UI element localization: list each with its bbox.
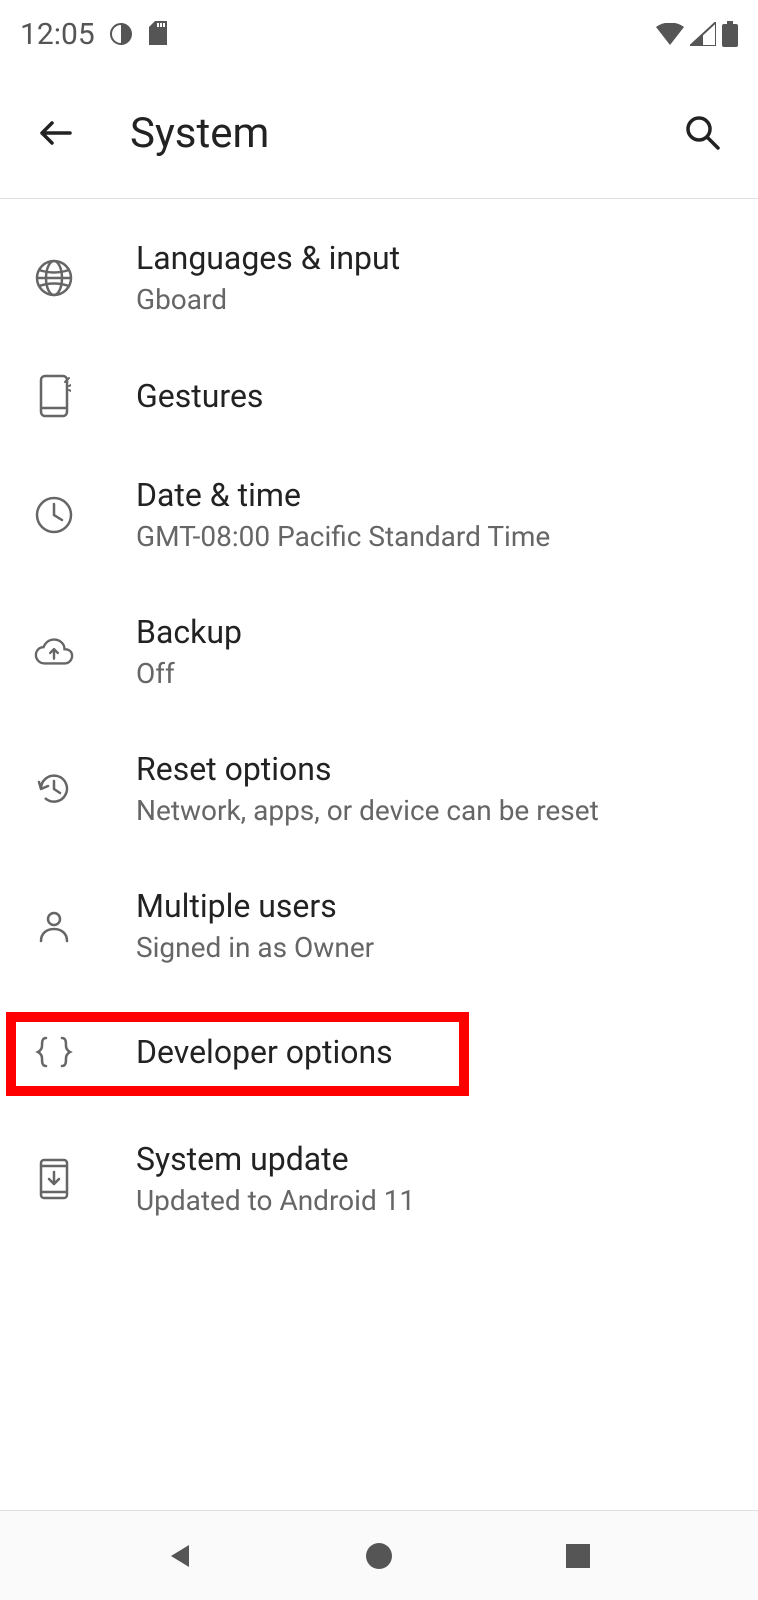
header: System: [0, 68, 758, 199]
gestures-icon: [34, 376, 74, 416]
setting-title: Developer options: [136, 1033, 393, 1071]
setting-title: System update: [136, 1140, 415, 1178]
setting-subtitle: Off: [136, 657, 242, 690]
nav-recent-button[interactable]: [553, 1531, 603, 1581]
circle-home-icon: [364, 1541, 394, 1571]
setting-text: Reset options Network, apps, or device c…: [136, 750, 599, 827]
status-time: 12:05: [20, 17, 95, 52]
setting-title: Date & time: [136, 476, 550, 514]
status-bar: 12:05: [0, 0, 758, 68]
setting-subtitle: Signed in as Owner: [136, 931, 374, 964]
battery-icon: [722, 21, 738, 47]
setting-title: Reset options: [136, 750, 599, 788]
setting-title: Backup: [136, 613, 242, 651]
cloud-upload-icon: [34, 632, 74, 672]
square-recent-icon: [563, 1541, 593, 1571]
clock-icon: [34, 495, 74, 535]
setting-backup[interactable]: Backup Off: [0, 583, 758, 720]
settings-list: Languages & input Gboard Gestures Date &…: [0, 199, 758, 1510]
signal-icon: [690, 22, 716, 46]
setting-text: Gestures: [136, 377, 263, 415]
setting-system-update[interactable]: System update Updated to Android 11: [0, 1110, 758, 1247]
setting-title: Multiple users: [136, 887, 374, 925]
setting-title: Gestures: [136, 377, 263, 415]
setting-text: Date & time GMT-08:00 Pacific Standard T…: [136, 476, 550, 553]
setting-multiple-users[interactable]: Multiple users Signed in as Owner: [0, 857, 758, 994]
setting-subtitle: Updated to Android 11: [136, 1184, 415, 1217]
globe-icon: [34, 258, 74, 298]
search-icon: [684, 114, 722, 152]
setting-subtitle: Network, apps, or device can be reset: [136, 794, 599, 827]
contrast-icon: [109, 22, 133, 46]
triangle-back-icon: [165, 1541, 195, 1571]
setting-gestures[interactable]: Gestures: [0, 346, 758, 446]
setting-text: Multiple users Signed in as Owner: [136, 887, 374, 964]
setting-reset-options[interactable]: Reset options Network, apps, or device c…: [0, 720, 758, 857]
system-update-icon: [34, 1159, 74, 1199]
wifi-icon: [656, 23, 684, 45]
status-left: 12:05: [20, 17, 169, 52]
nav-back-button[interactable]: [155, 1531, 205, 1581]
braces-icon: [34, 1032, 74, 1072]
setting-text: Backup Off: [136, 613, 242, 690]
sd-card-icon: [147, 21, 169, 47]
setting-subtitle: GMT-08:00 Pacific Standard Time: [136, 520, 550, 553]
search-button[interactable]: [678, 108, 728, 158]
status-right: [656, 21, 738, 47]
setting-subtitle: Gboard: [136, 283, 400, 316]
back-button[interactable]: [30, 108, 80, 158]
setting-languages-input[interactable]: Languages & input Gboard: [0, 209, 758, 346]
page-title: System: [130, 109, 678, 158]
nav-home-button[interactable]: [354, 1531, 404, 1581]
setting-date-time[interactable]: Date & time GMT-08:00 Pacific Standard T…: [0, 446, 758, 583]
setting-text: System update Updated to Android 11: [136, 1140, 415, 1217]
back-arrow-icon: [36, 114, 74, 152]
navigation-bar: [0, 1510, 758, 1600]
reset-icon: [34, 769, 74, 809]
setting-text: Developer options: [136, 1033, 393, 1071]
user-icon: [34, 906, 74, 946]
setting-developer-options[interactable]: Developer options: [0, 994, 758, 1110]
setting-text: Languages & input Gboard: [136, 239, 400, 316]
setting-title: Languages & input: [136, 239, 400, 277]
